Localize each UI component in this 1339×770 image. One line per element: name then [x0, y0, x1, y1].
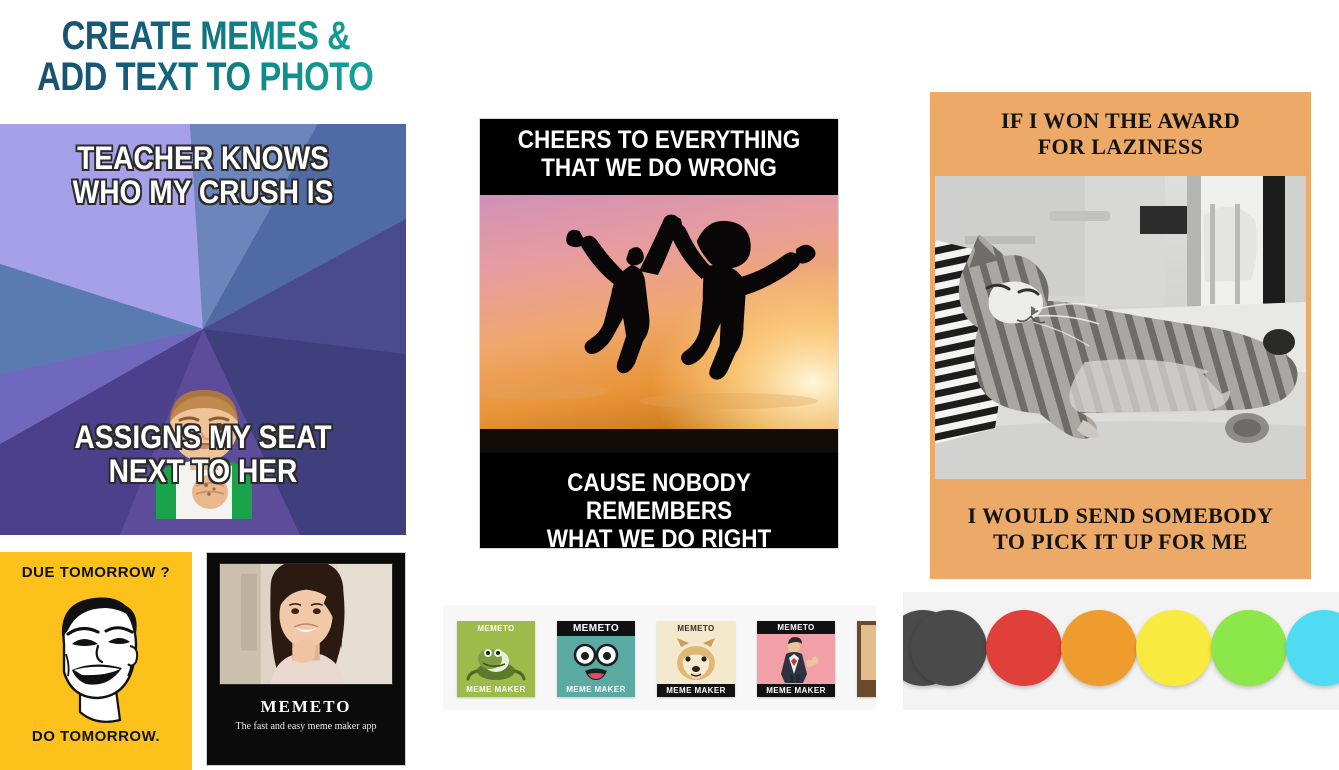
promo-panel-2: CREATE MEMES WITH NEW STYLES — [443, 0, 1339, 770]
meme-bottom-band: CAUSE NOBODY REMEMBERS WHAT WE DO RIGHT … — [480, 453, 838, 548]
style-card-frog[interactable]: MEMETO MEME MAKER — [457, 621, 535, 697]
color-swatch-carousel[interactable] — [903, 592, 1339, 710]
meme-top-text: TEACHER KNOWS WHO MY CRUSH IS — [72, 140, 334, 210]
frog-icon — [466, 649, 526, 681]
meme-bottom-text: ASSIGNS MY SEAT NEXT TO HER — [74, 419, 332, 489]
style-card-doge[interactable]: MEMETO MEME MAKER — [657, 621, 735, 697]
poster-subtitle: The fast and easy meme maker app — [235, 721, 377, 732]
headline-line-1: CREATE MEMES & — [61, 14, 351, 58]
doge-icon — [677, 638, 715, 680]
meme-preview-teacher-knows[interactable]: TEACHER KNOWS WHO MY CRUSH IS ASSIGNS MY… — [0, 124, 406, 535]
panel-1-thumbnail-row: DUE TOMORROW ? DO TOMORROW. MEMETO The f… — [0, 552, 412, 770]
lazy-cat-photo — [935, 176, 1306, 479]
nerd-face-icon — [573, 643, 619, 680]
meme-preview-cheers-to-everything[interactable]: CHEERS TO EVERYTHING THAT WE DO WRONG CA… — [479, 118, 839, 549]
meme-top-text: IF I WON THE AWARD FOR LAZINESS — [1000, 108, 1241, 159]
color-swatch-cyan[interactable] — [1286, 610, 1339, 686]
meme-thumbnail-memeto-poster[interactable]: MEMETO The fast and easy meme maker app — [206, 552, 406, 766]
meme-bottom-band: I WOULD SEND SOMEBODY TO PICK IT UP FOR … — [930, 479, 1311, 579]
suit-man-icon — [781, 637, 819, 683]
yao-top-text: DUE TOMORROW ? — [21, 564, 171, 581]
meme-top-band: IF I WON THE AWARD FOR LAZINESS — [930, 92, 1311, 176]
headline-line-2: ADD TEXT TO PHOTOS — [37, 54, 395, 99]
jumping-silhouette-sunset-photo — [480, 195, 838, 455]
meme-thumbnail-yao-ming[interactable]: DUE TOMORROW ? DO TOMORROW. — [0, 552, 192, 770]
color-swatch-yellow[interactable] — [1136, 610, 1212, 686]
style-card-nerd[interactable]: MEMETO MEME MAKER — [557, 621, 635, 697]
style-card-frame[interactable]: T — [857, 621, 876, 697]
meme-top-text: CHEERS TO EVERYTHING THAT WE DO WRONG — [517, 126, 801, 182]
yao-bottom-text: DO TOMORROW. — [31, 728, 161, 745]
meme-bottom-text: I WOULD SEND SOMEBODY TO PICK IT UP FOR … — [967, 503, 1274, 554]
app-store-screenshot-gallery: CREATE MEMES & ADD TEXT TO PHOTOS TEACHE… — [0, 0, 1339, 770]
panel-1-headline: CREATE MEMES & ADD TEXT TO PHOTOS — [37, 16, 375, 98]
style-card-suit-man[interactable]: MEMETO MEME MAKER — [757, 621, 835, 697]
panel-gap-2 — [876, 0, 903, 770]
woman-portrait-photo — [219, 563, 393, 685]
meme-top-band: CHEERS TO EVERYTHING THAT WE DO WRONG — [480, 119, 838, 195]
poster-title: MEMETO — [260, 697, 352, 716]
style-thumbnail-carousel[interactable]: MEMETO MEME MAKER MEMETO MEME MAKER MEME… — [443, 605, 876, 710]
color-swatch-red[interactable] — [986, 610, 1062, 686]
panel-gap-1 — [412, 0, 443, 770]
promo-panel-1: CREATE MEMES & ADD TEXT TO PHOTOS TEACHE… — [0, 0, 412, 770]
promo-panel-3: CHANGE COLOR, FONTS & SIZE IF I WON THE … — [903, 0, 1339, 770]
color-swatch-green[interactable] — [1211, 610, 1287, 686]
meme-preview-lazy-cat[interactable]: IF I WON THE AWARD FOR LAZINESS I WOULD … — [930, 92, 1311, 579]
yao-ming-face-icon — [61, 597, 139, 723]
color-swatch-orange[interactable] — [1061, 610, 1137, 686]
meme-bottom-text: CAUSE NOBODY REMEMBERS WHAT WE DO RIGHT … — [546, 469, 772, 549]
color-swatch-dark-gray[interactable] — [911, 610, 987, 686]
